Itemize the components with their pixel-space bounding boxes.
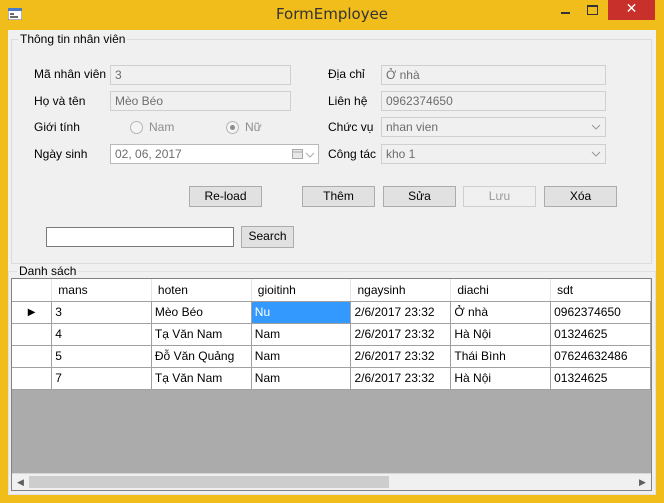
row-header[interactable] [12,367,53,390]
search-input[interactable] [46,227,234,247]
gender-nam-label: Nam [149,120,175,134]
table-cell-hoten[interactable]: Tạ Văn Nam [151,367,252,390]
row-header[interactable] [12,323,53,346]
table-cell-mans[interactable]: 5 [51,345,152,368]
edit-button[interactable]: Sửa [383,186,456,207]
column-header-mans[interactable]: mans [51,279,152,302]
employee-list-legend: Danh sách [17,264,79,278]
column-header-sdt[interactable]: sdt [550,279,651,302]
table-row[interactable]: 4 Tạ Văn Nam Nam 2/6/2017 23:32 Hà Nội 013246… [12,323,651,346]
ho-va-ten-field[interactable]: Mèo Béo [110,91,291,111]
reload-button[interactable]: Re-load [189,186,262,207]
app-window: FormEmployee ✕ Thông tin nhân viên Mã nh… [0,0,664,503]
table-cell-sdt[interactable]: 07624632486 [550,345,651,368]
employee-table-body: ▶ 3 Mèo Béo Nu 2/6/2017 23:32 Ở nhà 0962374650… [12,301,651,390]
column-header-ngaysinh[interactable]: ngaysinh [350,279,452,302]
table-cell-diachi[interactable]: Ở nhà [450,301,552,324]
cong-tac-label: Công tác [328,147,377,161]
table-cell-hoten[interactable]: Tạ Văn Nam [151,323,252,346]
table-cell-ngaysinh[interactable]: 2/6/2017 23:32 [350,323,452,346]
column-header-diachi[interactable]: diachi [450,279,552,302]
gender-radio-nam[interactable]: Nam [130,120,174,134]
table-cell-mans[interactable]: 7 [51,367,152,390]
table-cell-gioitinh[interactable]: Nam [251,323,352,346]
table-row[interactable]: 7 Tạ Văn Nam Nam 2/6/2017 23:32 Hà Nội 013246… [12,367,651,390]
table-cell-diachi[interactable]: Hà Nội [450,367,552,390]
table-cell-sdt[interactable]: 01324625 [550,323,651,346]
chevron-down-icon [591,151,601,157]
ngay-sinh-datepicker[interactable]: 02, 06, 2017 [110,144,319,164]
form-client-area: Thông tin nhân viên Mã nhân viên 3 Họ và… [8,30,656,495]
table-cell-hoten[interactable]: Mèo Béo [151,301,252,324]
table-cell-ngaysinh[interactable]: 2/6/2017 23:32 [350,301,452,324]
table-row[interactable]: 5 Đỗ Văn Quảng Nam 2/6/2017 23:32 Thái Bình 0… [12,345,651,368]
lien-he-label: Liên hệ [328,94,368,108]
scroll-left-icon[interactable]: ◀ [12,474,29,490]
table-cell-diachi[interactable]: Hà Nội [450,323,552,346]
cong-tac-combobox[interactable]: kho 1 [381,144,606,164]
table-cell-diachi[interactable]: Thái Bình [450,345,552,368]
table-cell-mans[interactable]: 3 [51,301,152,324]
table-cell-gioitinh[interactable]: Nu [251,301,352,324]
table-cell-hoten[interactable]: Đỗ Văn Quảng [151,345,252,368]
column-header-hoten[interactable]: hoten [151,279,252,302]
employee-datagrid[interactable]: mans hoten gioitinh ngaysinh diachi sdt … [11,278,652,491]
table-cell-ngaysinh[interactable]: 2/6/2017 23:32 [350,367,452,390]
lien-he-field[interactable]: 0962374650 [381,91,606,111]
dia-chi-label: Địa chỉ [328,67,365,81]
maximize-button[interactable] [579,0,605,20]
radio-circle-nu [226,120,239,134]
title-bar[interactable]: FormEmployee ✕ [0,0,664,30]
table-cell-mans[interactable]: 4 [51,323,152,346]
save-button[interactable]: Lưu [463,186,536,207]
employee-table: mans hoten gioitinh ngaysinh diachi sdt … [12,279,651,390]
close-icon: ✕ [625,1,638,17]
scroll-right-icon[interactable]: ▶ [634,474,651,490]
table-cell-gioitinh[interactable]: Nam [251,367,352,390]
table-cell-ngaysinh[interactable]: 2/6/2017 23:32 [350,345,452,368]
employee-info-legend: Thông tin nhân viên [18,32,128,46]
close-button[interactable]: ✕ [608,0,655,20]
ma-nhan-vien-label: Mã nhân viên [34,67,107,81]
calendar-dropdown-icon [292,149,314,159]
radio-circle-nam [130,120,143,134]
chuc-vu-value: nhan vien [386,120,439,134]
search-button[interactable]: Search [241,226,294,248]
chuc-vu-combobox[interactable]: nhan vien [381,117,606,137]
cong-tac-value: kho 1 [386,147,416,161]
horizontal-scrollbar[interactable]: ◀ ▶ [12,473,651,490]
ngay-sinh-label: Ngày sinh [34,147,88,161]
gender-nu-label: Nữ [245,120,262,134]
table-row[interactable]: ▶ 3 Mèo Béo Nu 2/6/2017 23:32 Ở nhà 0962374650 [12,301,651,324]
chevron-down-icon [591,124,601,130]
table-cell-sdt[interactable]: 0962374650 [550,301,651,324]
delete-button[interactable]: Xóa [544,186,617,207]
ho-va-ten-label: Họ và tên [34,94,86,108]
chuc-vu-label: Chức vụ [328,120,374,134]
ngay-sinh-value: 02, 06, 2017 [115,147,182,161]
row-header[interactable] [12,345,53,368]
row-header-corner [12,279,53,302]
scroll-thumb[interactable] [29,476,389,488]
gioi-tinh-label: Giới tính [34,120,80,134]
ma-nhan-vien-field[interactable]: 3 [110,65,291,85]
column-header-gioitinh[interactable]: gioitinh [251,279,352,302]
current-row-indicator[interactable]: ▶ [12,301,53,324]
table-header-row: mans hoten gioitinh ngaysinh diachi sdt [12,279,651,302]
gender-radio-nu[interactable]: Nữ [226,120,262,134]
table-cell-gioitinh[interactable]: Nam [251,345,352,368]
add-button[interactable]: Thêm [302,186,375,207]
dia-chi-field[interactable]: Ở nhà [381,65,606,85]
table-cell-sdt[interactable]: 01324625 [550,367,651,390]
minimize-button[interactable] [553,0,579,20]
